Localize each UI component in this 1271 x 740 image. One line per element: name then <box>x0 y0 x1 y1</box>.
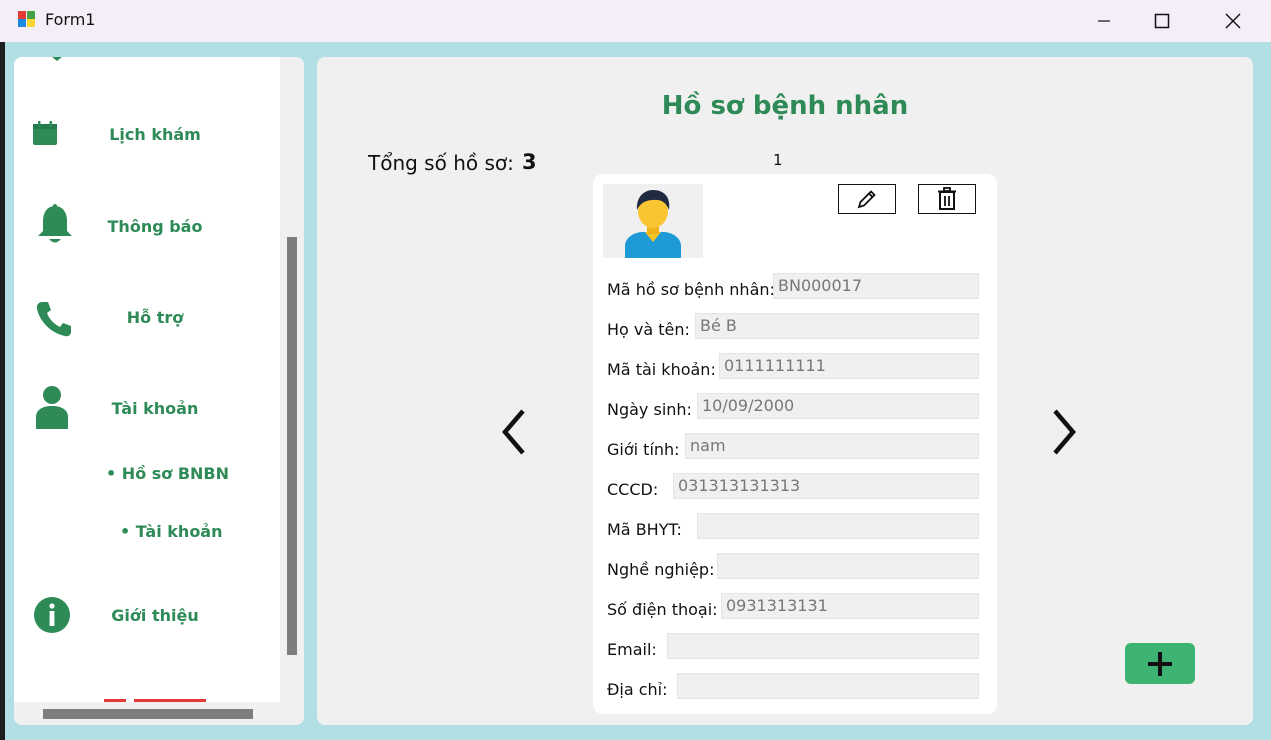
minimize-button[interactable] <box>1071 0 1137 42</box>
title-bar: Form1 <box>0 0 1271 42</box>
field-label-cccd: CCCD: <box>607 480 659 499</box>
app-icon <box>18 11 35 27</box>
page-title: Hồ sơ bệnh nhân <box>661 91 909 121</box>
sidebar-subitem-ho-so-bnbn[interactable]: • Hồ sơ BNBN <box>106 464 229 483</box>
field-input-ho-ten[interactable]: Bé B <box>695 313 979 339</box>
field-label-ma-ho-so: Mã hồ sơ bệnh nhân: <box>607 280 775 299</box>
field-label-nghe-nghiep: Nghề nghiệp: <box>607 560 715 579</box>
field-input-dia-chi[interactable] <box>677 673 979 699</box>
sidebar-item-label: Hỗ trợ <box>126 308 184 327</box>
total-records-value: 3 <box>522 150 537 174</box>
maximize-button[interactable] <box>1129 0 1195 42</box>
sidebar-item-label: Thông báo <box>107 217 203 236</box>
sidebar-item-label: Giới thiệu <box>111 606 199 625</box>
patient-record-card: Mã hồ sơ bệnh nhân: BN000017 Họ và tên: … <box>593 174 997 714</box>
close-button[interactable] <box>1200 0 1266 42</box>
patient-avatar <box>603 184 703 258</box>
field-input-so-dien-thoai[interactable]: 0931313131 <box>721 593 979 619</box>
previous-record-arrow-icon[interactable] <box>497 407 531 457</box>
field-label-ma-tai-khoan: Mã tài khoản: <box>607 360 716 379</box>
field-label-email: Email: <box>607 640 657 659</box>
field-label-dia-chi: Địa chỉ: <box>607 680 668 699</box>
field-input-nghe-nghiep[interactable] <box>717 553 979 579</box>
field-input-cccd[interactable]: 031313131313 <box>673 473 979 499</box>
field-label-ngay-sinh: Ngày sinh: <box>607 400 692 419</box>
partial-icon <box>52 57 62 61</box>
sidebar-horizontal-scroll-thumb[interactable] <box>43 709 253 719</box>
pencil-icon <box>857 190 876 209</box>
window-edge <box>0 42 5 740</box>
sidebar-vertical-scroll-thumb[interactable] <box>287 237 297 655</box>
field-label-so-dien-thoai: Số điện thoại: <box>607 600 718 619</box>
close-icon <box>1225 13 1241 29</box>
sidebar: Lịch khám Thông báo Hỗ trợ Tài khoản • H… <box>14 57 304 725</box>
sidebar-item-label: Lịch khám <box>109 125 201 144</box>
field-label-gioi-tinh: Giới tính: <box>607 440 680 459</box>
field-input-ma-ho-so[interactable]: BN000017 <box>773 273 979 299</box>
trash-icon <box>938 187 956 210</box>
sidebar-subitem-tai-khoan[interactable]: • Tài khoản <box>120 522 223 541</box>
field-label-ma-bhyt: Mã BHYT: <box>607 520 682 539</box>
current-record-index: 1 <box>773 151 783 169</box>
sidebar-item-label: Tài khoản <box>111 399 199 418</box>
delete-button[interactable] <box>918 184 976 214</box>
field-input-email[interactable] <box>667 633 979 659</box>
field-input-ma-bhyt[interactable] <box>697 513 979 539</box>
minimize-icon <box>1098 20 1110 22</box>
main-panel: Hồ sơ bệnh nhân Tổng số hồ sơ: 3 1 Mã hồ… <box>317 57 1253 725</box>
field-input-ngay-sinh[interactable]: 10/09/2000 <box>697 393 979 419</box>
window-title: Form1 <box>45 10 96 29</box>
field-input-ma-tai-khoan[interactable]: 0111111111 <box>719 353 979 379</box>
maximize-icon <box>1154 13 1170 29</box>
edit-button[interactable] <box>838 184 896 214</box>
next-record-arrow-icon[interactable] <box>1047 407 1081 457</box>
person-avatar-icon <box>625 190 681 258</box>
add-record-button[interactable] <box>1125 643 1195 684</box>
field-input-gioi-tinh[interactable]: nam <box>685 433 979 459</box>
total-records-label: Tổng số hồ sơ: <box>368 151 514 175</box>
field-label-ho-ten: Họ và tên: <box>607 320 690 339</box>
plus-icon <box>1148 651 1172 676</box>
